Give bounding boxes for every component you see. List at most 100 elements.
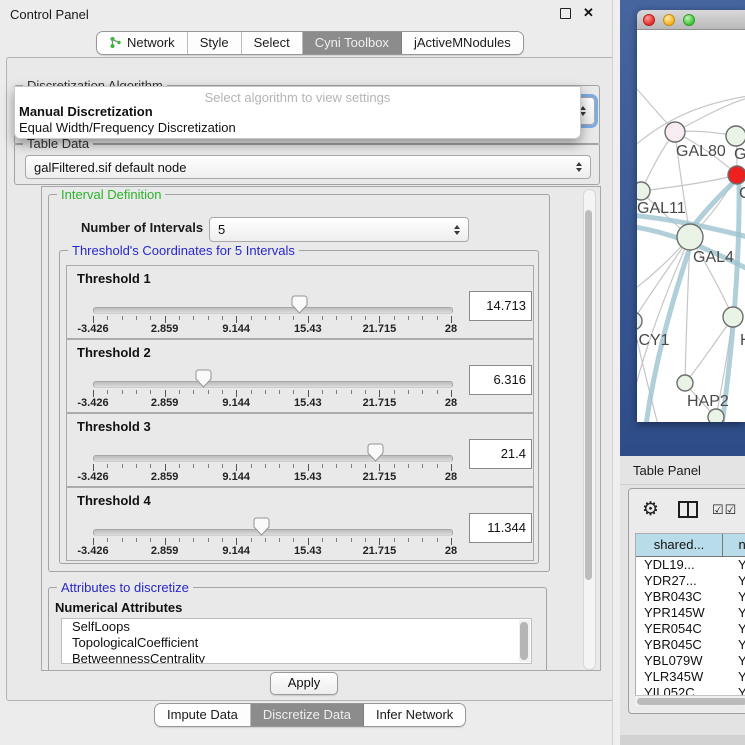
slider-thumb[interactable] xyxy=(253,517,270,536)
cell-name: YBR0 xyxy=(730,589,745,605)
tab-label: Discretize Data xyxy=(263,707,351,722)
scale-label: 28 xyxy=(445,397,457,409)
cell-shared-name: YBL079W xyxy=(636,653,730,669)
tab-discretize-data[interactable]: Discretize Data xyxy=(251,704,364,726)
threshold-value-field[interactable]: 21.4 xyxy=(469,439,532,469)
scale-label: 21.715 xyxy=(363,545,397,557)
tab-impute-data[interactable]: Impute Data xyxy=(155,704,251,726)
network-node-gal4[interactable] xyxy=(677,224,703,250)
control-panel-titlebar: Control Panel ✕ xyxy=(0,0,620,28)
list-scrollbar[interactable] xyxy=(519,620,530,662)
checkbox-icons[interactable]: ☑☑ xyxy=(712,502,737,518)
network-node-gcy1[interactable] xyxy=(637,312,642,330)
table-hscrollbar-thumb[interactable] xyxy=(637,698,745,705)
gear-icon[interactable]: ⚙ xyxy=(642,498,659,521)
slider-track[interactable] xyxy=(93,307,453,314)
network-node-gal80[interactable] xyxy=(665,122,685,142)
float-window-icon[interactable] xyxy=(560,8,571,19)
network-node-h[interactable] xyxy=(723,307,743,327)
slider-scale-labels: -3.4262.8599.14415.4321.71528 xyxy=(93,545,451,557)
scale-label: 21.715 xyxy=(363,397,397,409)
table-hscrollbar[interactable] xyxy=(635,695,745,706)
cyni-toolbox-panel: Discretization Algorithm Table Data galF… xyxy=(6,57,614,701)
interval-group-label: Interval Definition xyxy=(57,187,165,202)
node-label: GAL80 xyxy=(676,143,726,160)
minimize-traffic-icon[interactable] xyxy=(663,14,675,26)
tab-label: Style xyxy=(200,35,229,50)
table-data-combobox[interactable]: galFiltered.sif default node xyxy=(25,155,591,179)
popup-option[interactable]: Manual Discretization xyxy=(19,104,153,119)
scale-label: 2.859 xyxy=(151,397,179,409)
interval-definition-group: Interval Definition Number of Intervals … xyxy=(48,194,550,572)
network-node-ga[interactable] xyxy=(726,126,745,146)
network-node[interactable] xyxy=(708,409,724,422)
popup-option[interactable]: Equal Width/Frequency Discretization xyxy=(19,120,236,135)
column-header-name[interactable]: na xyxy=(723,534,745,556)
cell-name: YPR1 xyxy=(730,605,745,621)
network-node-gal11[interactable] xyxy=(637,182,650,200)
slider-track[interactable] xyxy=(93,381,453,388)
tab-cyni-toolbox[interactable]: Cyni Toolbox xyxy=(303,32,402,54)
network-desktop: GAL80GACGAL11GAL4GCY1HHAP2 xyxy=(620,0,745,456)
cell-shared-name: YDR27... xyxy=(636,573,730,589)
slider-thumb[interactable] xyxy=(291,295,308,314)
node-label: GAL4 xyxy=(693,249,734,266)
network-icon xyxy=(109,36,122,49)
network-node-c[interactable] xyxy=(728,166,745,184)
attribute-item[interactable]: TopologicalCoefficient xyxy=(62,635,531,651)
close-traffic-icon[interactable] xyxy=(643,14,655,26)
network-window-titlebar[interactable] xyxy=(637,10,745,30)
network-edge[interactable] xyxy=(641,175,737,191)
threshold-label: Threshold 3 xyxy=(77,419,151,434)
node-label: GCY1 xyxy=(637,332,670,349)
split-view-icon[interactable] xyxy=(678,501,698,521)
table-row[interactable]: YER054CYER0 xyxy=(636,621,745,637)
node-label: C xyxy=(739,185,745,202)
cell-name: YBL0 xyxy=(730,653,745,669)
attribute-item[interactable]: BetweennessCentrality xyxy=(62,651,531,664)
table-row[interactable]: YDR27...YDR2 xyxy=(636,573,745,589)
network-edge[interactable] xyxy=(722,181,739,422)
scale-label: -3.426 xyxy=(77,471,108,483)
network-canvas[interactable]: GAL80GACGAL11GAL4GCY1HHAP2 xyxy=(637,30,745,422)
table-row[interactable]: YBR045CYBR0 xyxy=(636,637,745,653)
tab-network[interactable]: Network xyxy=(97,32,188,54)
attribute-item[interactable]: SelfLoops xyxy=(62,619,531,635)
table-row[interactable]: YBR043CYBR0 xyxy=(636,589,745,605)
table-row[interactable]: YBL079WYBL0 xyxy=(636,653,745,669)
cell-name: YLR3 xyxy=(730,669,745,685)
scale-label: 2.859 xyxy=(151,545,179,557)
apply-button[interactable]: Apply xyxy=(270,672,338,695)
table-row[interactable]: YLR345WYLR3 xyxy=(636,669,745,685)
tab-select[interactable]: Select xyxy=(242,32,303,54)
table-row[interactable]: YPR145WYPR1 xyxy=(636,605,745,621)
attributes-list[interactable]: SelfLoopsTopologicalCoefficientBetweenne… xyxy=(61,618,532,664)
slider-thumb[interactable] xyxy=(195,369,212,388)
num-intervals-combobox[interactable]: 5 xyxy=(209,217,469,242)
settings-scrollbar-thumb[interactable] xyxy=(585,210,592,580)
table-row[interactable]: YDL19...YDL1 xyxy=(636,557,745,573)
threshold-value-field[interactable]: 11.344 xyxy=(469,513,532,543)
scale-label: 21.715 xyxy=(363,471,397,483)
node-label: HAP2 xyxy=(687,393,729,410)
slider-track[interactable] xyxy=(93,529,453,536)
cell-shared-name: YBR043C xyxy=(636,589,730,605)
tab-jactivemnodules[interactable]: jActiveMNodules xyxy=(402,32,523,54)
threshold-label: Threshold 4 xyxy=(77,493,151,508)
thresholds-group: Threshold's Coordinates for 5 Intervals … xyxy=(59,250,539,564)
network-node-hap2[interactable] xyxy=(677,375,693,391)
slider-track[interactable] xyxy=(93,455,453,462)
attributes-group: Attributes to discretize Numerical Attri… xyxy=(48,587,547,671)
settings-scrollbar[interactable] xyxy=(583,189,596,670)
threshold-value-field[interactable]: 14.713 xyxy=(469,291,532,321)
scale-label: -3.426 xyxy=(77,323,108,335)
slider-thumb[interactable] xyxy=(367,443,384,462)
zoom-traffic-icon[interactable] xyxy=(683,14,695,26)
close-icon[interactable]: ✕ xyxy=(583,5,594,21)
threshold-label: Threshold 2 xyxy=(77,345,151,360)
threshold-value-field[interactable]: 6.316 xyxy=(469,365,532,395)
tab-label: Infer Network xyxy=(376,707,453,722)
tab-style[interactable]: Style xyxy=(188,32,242,54)
column-header-shared-name[interactable]: shared... xyxy=(636,534,723,556)
tab-infer-network[interactable]: Infer Network xyxy=(364,704,465,726)
